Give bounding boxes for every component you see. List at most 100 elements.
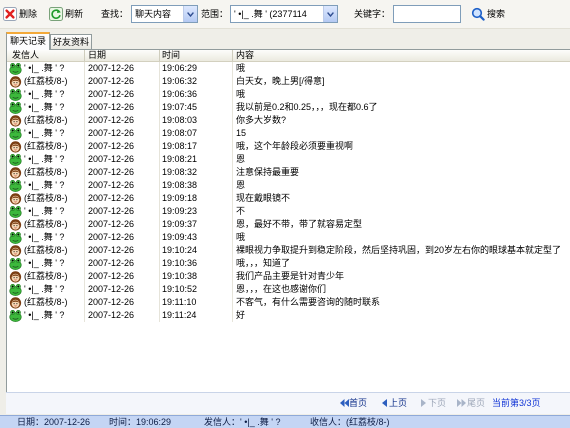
sender-name: ' •|_ .舞 ' ? [24, 128, 65, 138]
date-cell: 2007-12-26 [85, 166, 160, 179]
girl-avatar-icon [9, 140, 22, 153]
message-cell: 好 [236, 310, 246, 320]
sender-cell: ' •|_ .舞 ' ? [7, 205, 85, 218]
table-row[interactable]: ' •|_ .舞 ' ? 2007-12-26 19:08:21 恩 [7, 153, 570, 166]
find-type-select[interactable]: 聊天内容 [131, 5, 198, 23]
time-cell: 19:06:36 [160, 88, 233, 101]
table-row[interactable]: (红荔枝/8-) 2007-12-26 19:08:32 注意保持最重要 [7, 166, 570, 179]
sender-cell: ' •|_ .舞 ' ? [7, 179, 85, 192]
sender-cell: ' •|_ .舞 ' ? [7, 88, 85, 101]
message-cell: 白天女，晚上男[/得意] [236, 76, 325, 86]
range-select[interactable]: ' •|_ .舞 ' (2377114 [230, 5, 338, 23]
date-cell: 2007-12-26 [85, 283, 160, 296]
message-cell: 我以前是0.2和0.25，，，现在都0.6了 [236, 102, 378, 112]
sender-name: ' •|_ .舞 ' ? [24, 258, 65, 268]
sender-name: (红荔枝/8-) [24, 245, 68, 255]
message-rows: ' •|_ .舞 ' ? 2007-12-26 19:06:29 哦 (红荔枝/8-) 2… [7, 62, 570, 322]
next-page-link: 下页 [428, 398, 447, 408]
table-row[interactable]: ' •|_ .舞 ' ? 2007-12-26 19:11:24 好 [7, 309, 570, 322]
time-cell: 19:06:32 [160, 75, 233, 88]
table-row[interactable]: (红荔枝/8-) 2007-12-26 19:10:38 我们产品主要是针对青少年 [7, 270, 570, 283]
sender-cell: ' •|_ .舞 ' ? [7, 231, 85, 244]
date-cell: 2007-12-26 [85, 257, 160, 270]
search-button[interactable]: 搜索 [471, 5, 505, 23]
table-row[interactable]: (红荔枝/8-) 2007-12-26 19:08:17 哦，这个年龄段必须要重视啊 [7, 140, 570, 153]
sender-cell: ' •|_ .舞 ' ? [7, 257, 85, 270]
sender-name: ' •|_ .舞 ' ? [24, 154, 65, 164]
table-row[interactable]: ' •|_ .舞 ' ? 2007-12-26 19:09:23 不 [7, 205, 570, 218]
message-cell: 现在戴眼镜不 [236, 193, 291, 203]
date-cell: 2007-12-26 [85, 309, 160, 322]
frog-avatar-icon [9, 231, 22, 244]
table-row[interactable]: (红荔枝/8-) 2007-12-26 19:11:10 不客气，有什么需要咨询的随时… [7, 296, 570, 309]
sender-name: (红荔枝/8-) [24, 167, 68, 177]
time-cell: 19:10:38 [160, 270, 233, 283]
sender-cell: ' •|_ .舞 ' ? [7, 283, 85, 296]
status-date-value: 2007-12-26 [44, 417, 91, 427]
status-date-label: 日期： [17, 417, 45, 427]
sender-name: (红荔枝/8-) [24, 76, 68, 86]
first-page-link[interactable]: 首页 [349, 397, 367, 409]
sender-cell: (红荔枝/8-) [7, 114, 85, 127]
refresh-button[interactable]: 刷新 [49, 5, 83, 23]
last-page-link: 尾页 [467, 398, 486, 408]
table-row[interactable]: ' •|_ .舞 ' ? 2007-12-26 19:10:36 哦，，，知道了 [7, 257, 570, 270]
pagination-bar: 首页 上页 下页 尾页 当前第3/3页 [6, 392, 570, 414]
frog-avatar-icon [9, 205, 22, 218]
sender-name: ' •|_ .舞 ' ? [24, 180, 65, 190]
column-header-time[interactable]: 时间 [160, 50, 233, 61]
search-icon [471, 7, 485, 21]
frog-avatar-icon [9, 179, 22, 192]
keyword-input[interactable] [393, 5, 461, 23]
table-row[interactable]: ' •|_ .舞 ' ? 2007-12-26 19:09:43 哦 [7, 231, 570, 244]
first-page-icon[interactable] [340, 399, 349, 407]
chevron-down-icon[interactable] [183, 6, 197, 22]
tab-chat-history[interactable]: 聊天记录 [6, 32, 50, 50]
message-cell: 恩 [236, 180, 246, 190]
sender-cell: (红荔枝/8-) [7, 218, 85, 231]
sender-cell: (红荔枝/8-) [7, 244, 85, 257]
date-cell: 2007-12-26 [85, 140, 160, 153]
prev-page-icon[interactable] [382, 399, 387, 407]
sender-name: (红荔枝/8-) [24, 297, 68, 307]
frog-avatar-icon [9, 257, 22, 270]
sender-cell: (红荔枝/8-) [7, 75, 85, 88]
chevron-down-icon[interactable] [323, 6, 337, 22]
status-bar: 日期：2007-12-26 时间：19:06:29 发信人：' •|_ .舞 '… [0, 415, 570, 428]
table-row[interactable]: ' •|_ .舞 ' ? 2007-12-26 19:07:45 我以前是0.2和0.… [7, 101, 570, 114]
range-label: 范围： [201, 9, 229, 19]
girl-avatar-icon [9, 192, 22, 205]
prev-page-link[interactable]: 上页 [389, 397, 407, 409]
table-row[interactable]: ' •|_ .舞 ' ? 2007-12-26 19:06:36 哦 [7, 88, 570, 101]
date-cell: 2007-12-26 [85, 192, 160, 205]
time-cell: 19:08:38 [160, 179, 233, 192]
table-row[interactable]: ' •|_ .舞 ' ? 2007-12-26 19:08:07 15 [7, 127, 570, 140]
refresh-label: 刷新 [65, 9, 84, 19]
tab-friend-profile[interactable]: 好友资料 [50, 34, 92, 49]
sender-name: ' •|_ .舞 ' ? [24, 206, 65, 216]
sender-cell: (红荔枝/8-) [7, 270, 85, 283]
table-row[interactable]: (红荔枝/8-) 2007-12-26 19:09:18 现在戴眼镜不 [7, 192, 570, 205]
column-header-date[interactable]: 日期 [85, 50, 160, 61]
sender-name: ' •|_ .舞 ' ? [24, 232, 65, 242]
girl-avatar-icon [9, 296, 22, 309]
sender-name: ' •|_ .舞 ' ? [24, 89, 65, 99]
date-cell: 2007-12-26 [85, 179, 160, 192]
message-grid: 发信人 日期 时间 内容 ' •|_ .舞 ' ? 2007-12-26 19:06… [6, 49, 570, 392]
table-row[interactable]: ' •|_ .舞 ' ? 2007-12-26 19:10:52 恩，，，在这也感谢你… [7, 283, 570, 296]
message-cell: 哦 [236, 89, 246, 99]
table-row[interactable]: (红荔枝/8-) 2007-12-26 19:06:32 白天女，晚上男[/得意] [7, 75, 570, 88]
status-sender-value: ' •|_ .舞 ' ? [240, 417, 281, 427]
date-cell: 2007-12-26 [85, 62, 160, 75]
table-row[interactable]: ' •|_ .舞 ' ? 2007-12-26 19:08:38 恩 [7, 179, 570, 192]
table-row[interactable]: (红荔枝/8-) 2007-12-26 19:09:37 恩，最好不带，带了就容易定型 [7, 218, 570, 231]
table-row[interactable]: (红荔枝/8-) 2007-12-26 19:08:03 你多大岁数? [7, 114, 570, 127]
column-header-content[interactable]: 内容 [233, 50, 570, 61]
refresh-icon [49, 7, 63, 21]
column-header-sender[interactable]: 发信人 [7, 50, 85, 61]
sender-cell: ' •|_ .舞 ' ? [7, 101, 85, 114]
sender-name: (红荔枝/8-) [24, 271, 68, 281]
delete-button[interactable]: 删除 [3, 5, 37, 23]
table-row[interactable]: ' •|_ .舞 ' ? 2007-12-26 19:06:29 哦 [7, 62, 570, 75]
table-row[interactable]: (红荔枝/8-) 2007-12-26 19:10:24 裸眼视力争取提升到稳定阶段，… [7, 244, 570, 257]
